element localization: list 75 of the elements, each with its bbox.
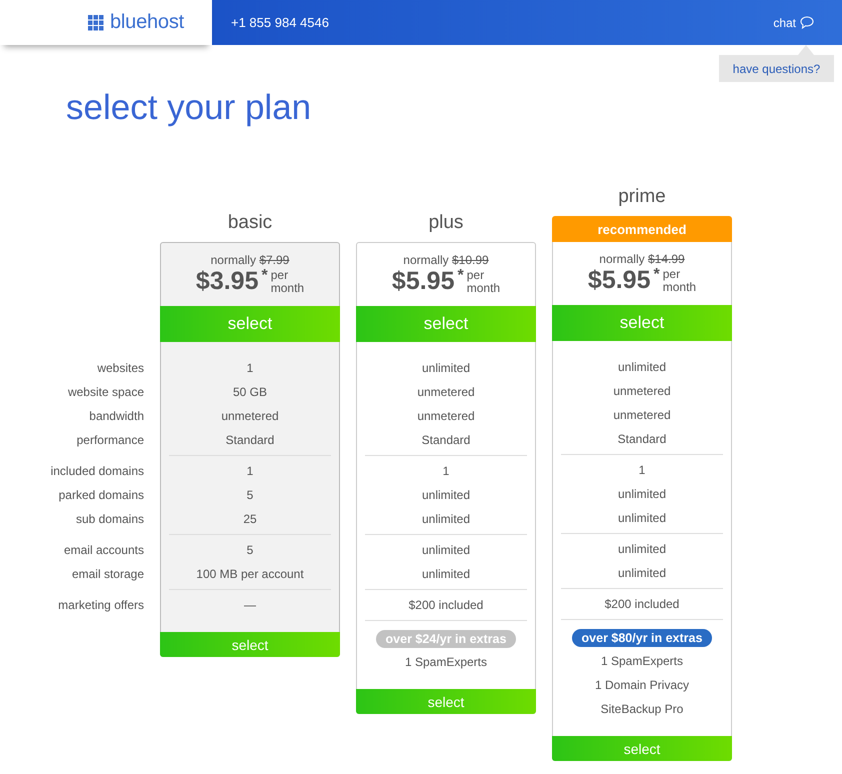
feature-value: unmetered xyxy=(416,408,476,425)
feature-value: unmetered xyxy=(612,383,672,400)
select-button[interactable]: select xyxy=(552,305,732,341)
feature-label: email storage xyxy=(70,566,144,583)
speech-bubble-icon xyxy=(800,16,814,29)
select-button[interactable]: select xyxy=(356,306,536,342)
page-title: select your plan xyxy=(66,87,312,129)
asterisk: * xyxy=(261,267,268,285)
feature-value: unlimited xyxy=(420,566,472,583)
feature-value: unlimited xyxy=(420,511,472,528)
feature-label: marketing offers xyxy=(57,597,144,614)
plan-name: basic xyxy=(228,212,272,234)
price-period: per month xyxy=(270,268,304,294)
extras-badge: over $80/yr in extras xyxy=(572,629,712,647)
feature-value: unmetered xyxy=(220,408,280,425)
plan-name: plus xyxy=(428,212,464,234)
normal-price: normally $14.99 xyxy=(599,252,685,266)
feature-value: 5 xyxy=(246,487,254,504)
extra-item: 1 Domain Privacy xyxy=(594,677,690,694)
feature-value: 1 xyxy=(442,463,450,480)
grid-icon xyxy=(88,14,104,30)
plan-name: prime xyxy=(618,186,666,208)
normal-price: normally $7.99 xyxy=(210,253,290,267)
select-button[interactable]: select xyxy=(356,689,536,714)
feature-value: Standard xyxy=(420,432,472,449)
tooltip-arrow-icon xyxy=(798,45,814,55)
feature-label: bandwidth xyxy=(88,408,144,425)
phone-number: +1 855 984 4546 xyxy=(231,15,330,30)
feature-value: unlimited xyxy=(420,360,472,377)
feature-value: 1 xyxy=(246,360,254,377)
feature-value: unmetered xyxy=(612,407,672,424)
feature-value: Standard xyxy=(224,432,276,449)
extra-item: 1 SpamExperts xyxy=(600,653,684,670)
feature-value: unmetered xyxy=(416,384,476,401)
feature-value: 25 xyxy=(242,511,258,528)
extra-item: SiteBackup Pro xyxy=(600,701,684,718)
select-button[interactable]: select xyxy=(160,306,340,342)
price-period: per month xyxy=(662,268,696,294)
feature-value: unlimited xyxy=(420,487,472,504)
select-button[interactable]: select xyxy=(552,736,732,761)
feature-value: 100 MB per account xyxy=(195,566,305,583)
feature-label: included domains xyxy=(50,463,144,480)
feature-label: website space xyxy=(66,384,144,401)
normal-price: normally $10.99 xyxy=(403,253,489,267)
select-button[interactable]: select xyxy=(160,632,340,657)
feature-label: email accounts xyxy=(62,542,144,559)
feature-value: unlimited xyxy=(616,541,668,558)
feature-value: unlimited xyxy=(616,359,668,376)
feature-value: unlimited xyxy=(616,565,668,582)
feature-label: performance xyxy=(76,432,144,449)
asterisk: * xyxy=(457,267,464,285)
feature-label: websites xyxy=(96,360,144,377)
logo-text[interactable]: bluehost xyxy=(110,11,184,34)
plan-price: $5.95 xyxy=(588,266,650,295)
plan-price: $3.95 xyxy=(196,267,258,296)
feature-value: $200 included xyxy=(604,596,680,613)
feature-value: 50 GB xyxy=(232,384,268,401)
feature-value: unlimited xyxy=(420,542,472,559)
feature-label: sub domains xyxy=(74,511,144,528)
recommended-badge: recommended xyxy=(552,216,732,242)
feature-value: — xyxy=(243,597,257,614)
feature-value: 5 xyxy=(246,542,254,559)
extra-item: 1 SpamExperts xyxy=(404,654,488,671)
feature-value: 1 xyxy=(246,463,254,480)
feature-value: unlimited xyxy=(616,510,668,527)
feature-value: unlimited xyxy=(616,486,668,503)
asterisk: * xyxy=(653,266,660,284)
feature-value: Standard xyxy=(616,431,668,448)
feature-value: 1 xyxy=(638,462,646,479)
feature-value: $200 included xyxy=(408,597,484,614)
feature-label: parked domains xyxy=(58,487,144,504)
price-period: per month xyxy=(466,268,500,294)
chat-link[interactable]: chat xyxy=(773,16,814,30)
plan-price: $5.95 xyxy=(392,267,454,296)
extras-badge: over $24/yr in extras xyxy=(376,630,516,648)
